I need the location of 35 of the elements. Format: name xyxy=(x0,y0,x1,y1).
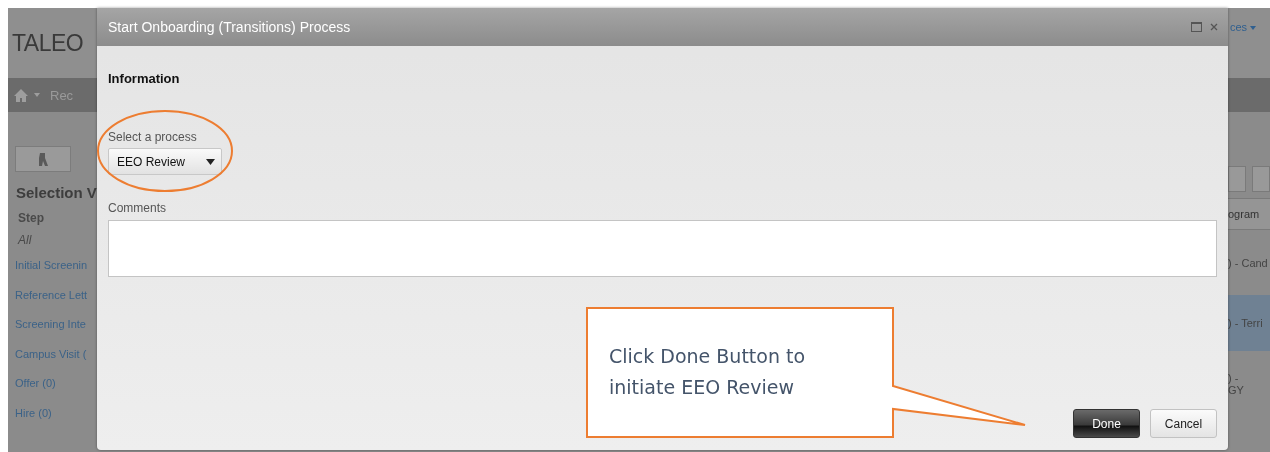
dialog-button[interactable]: Done xyxy=(1073,409,1140,438)
caret-icon[interactable] xyxy=(1250,26,1257,30)
logo: TALEO xyxy=(12,29,84,57)
maximize-icon[interactable] xyxy=(1191,22,1202,32)
step-link[interactable]: Hire (0) xyxy=(15,406,52,419)
step-link[interactable]: Reference Lett xyxy=(15,288,88,301)
table-row[interactable]: ) - GY xyxy=(1228,361,1270,406)
tab[interactable] xyxy=(15,146,71,172)
header-link[interactable]: ces xyxy=(1228,21,1248,33)
panel-title: Selection V xyxy=(15,183,97,203)
section-title: Information xyxy=(108,71,181,86)
table-row[interactable]: ) - Cand xyxy=(1228,240,1270,285)
table-row[interactable]: ) - Terri xyxy=(1228,295,1270,351)
person-icon xyxy=(38,152,48,166)
dialog-title: Start Onboarding (Transitions) Process xyxy=(108,19,352,35)
navigation-bar xyxy=(1228,78,1270,112)
caret-icon[interactable] xyxy=(34,93,40,97)
callout-text: Click Done Button to initiate EEO Review xyxy=(609,344,807,400)
filter-value: All xyxy=(16,233,33,247)
step-link[interactable]: Initial Screenin xyxy=(15,259,88,271)
caret-icon xyxy=(206,158,215,165)
close-icon[interactable] xyxy=(1210,23,1218,31)
field-label: Select a process xyxy=(108,130,198,144)
step-link[interactable]: Campus Visit ( xyxy=(15,347,87,360)
comments-field[interactable] xyxy=(108,220,1217,277)
process-dropdown[interactable]: EEO Review xyxy=(108,148,222,175)
dialog-button[interactable]: Cancel xyxy=(1150,409,1217,438)
step-link[interactable]: Offer (0) xyxy=(15,377,56,389)
step-link[interactable]: Screening Inte xyxy=(15,318,86,330)
field-label: Comments xyxy=(108,201,167,215)
toolbar-button[interactable] xyxy=(1252,166,1270,192)
column-header: ogram xyxy=(1228,208,1260,220)
toolbar-button[interactable] xyxy=(1228,166,1246,192)
column-header: Step xyxy=(17,211,45,225)
home-icon[interactable] xyxy=(14,88,28,102)
